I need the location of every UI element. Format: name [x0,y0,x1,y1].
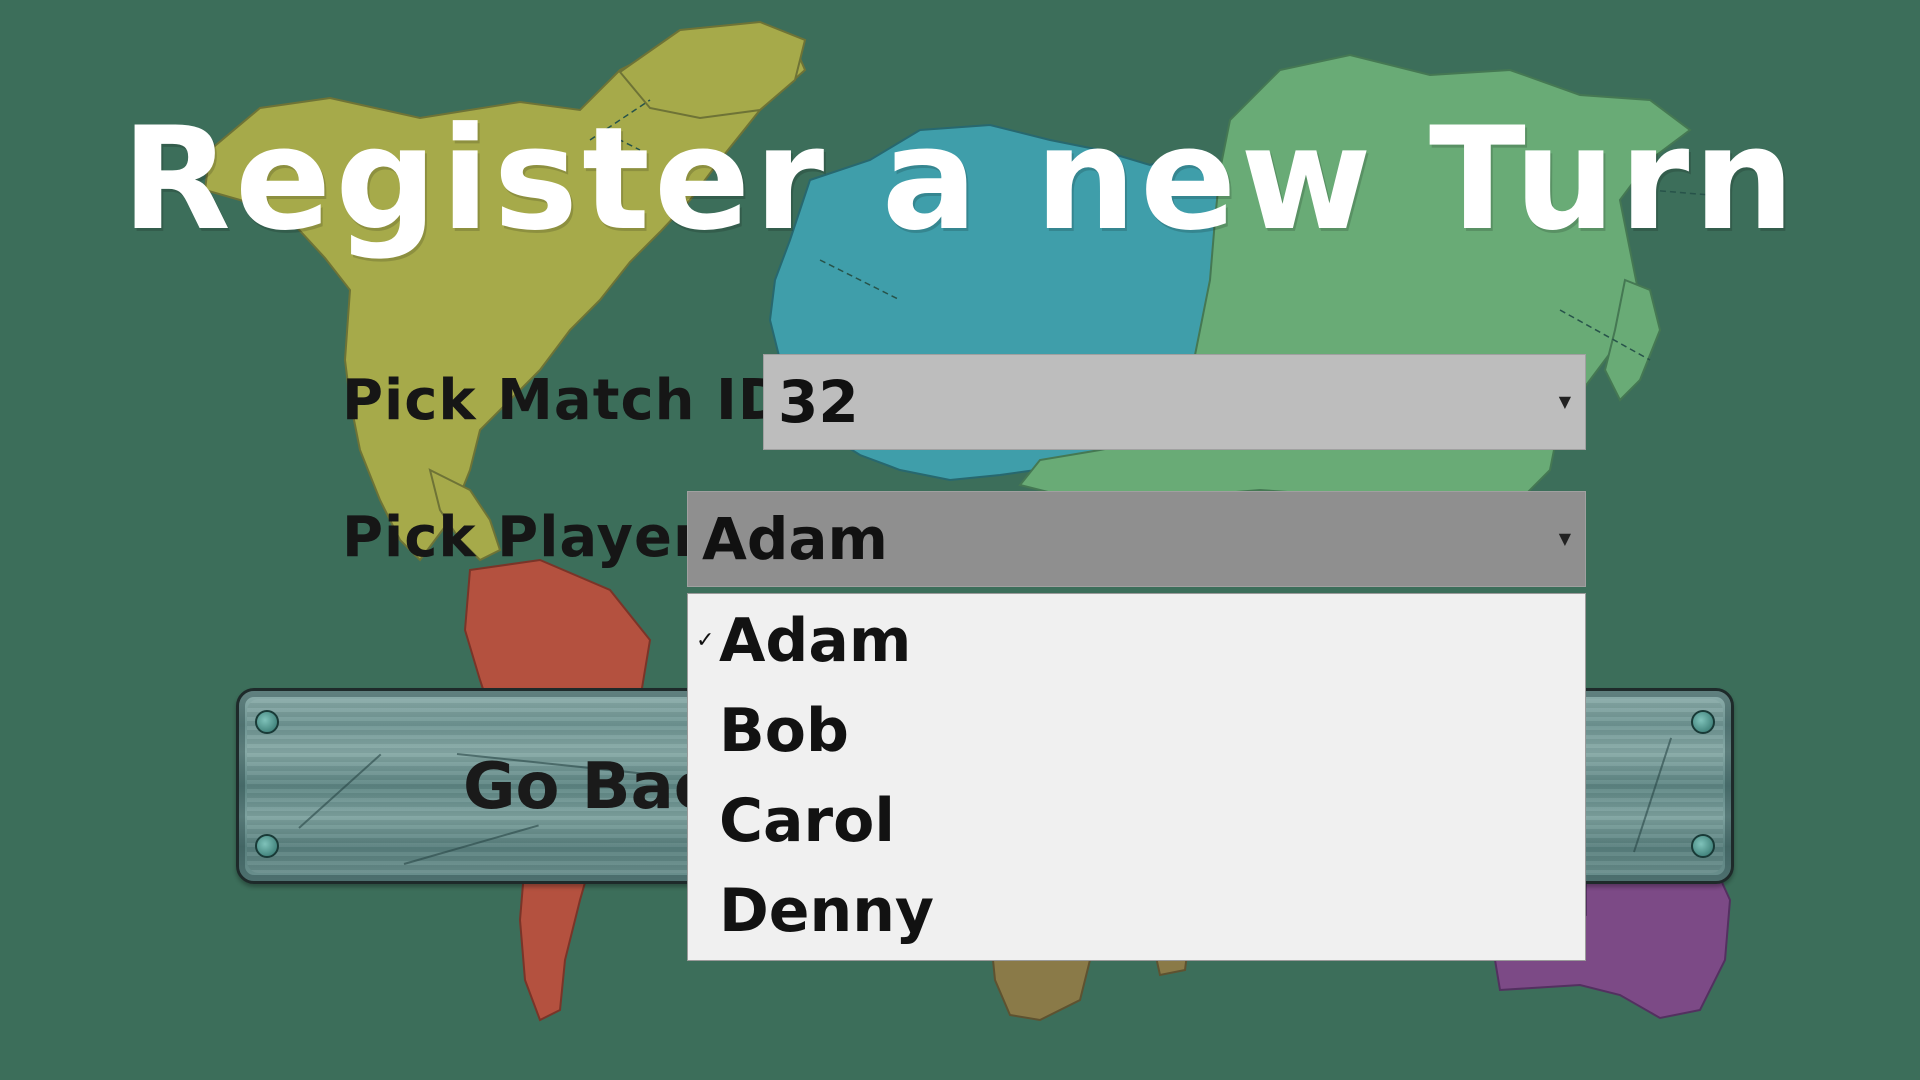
player-value: Adam [702,505,888,573]
triangle-down-icon: ▼ [1558,529,1571,548]
option-label: Adam [719,606,912,676]
page-title: Register a new Turn [121,97,1799,262]
screw-icon [255,834,279,858]
option-label: Bob [719,696,849,766]
screw-icon [255,710,279,734]
player-label: Pick Player [342,505,702,570]
player-option-carol[interactable]: Carol [688,776,1585,866]
option-label: Carol [719,786,895,856]
app-stage: Register a new Turn Pick Match ID 32 ▼ P… [0,0,1920,1080]
player-option-bob[interactable]: Bob [688,686,1585,776]
triangle-down-icon: ▼ [1558,392,1571,411]
screw-icon [1691,834,1715,858]
match-id-select[interactable]: 32 ▼ [763,354,1586,450]
option-label: Denny [719,876,935,946]
player-dropdown-list: ✓ Adam Bob Carol Denny [687,593,1586,961]
match-id-label: Pick Match ID [342,368,786,433]
screw-icon [1691,710,1715,734]
checkmark-icon: ✓ [696,628,715,653]
player-select[interactable]: Adam ▼ [687,491,1586,587]
player-option-adam[interactable]: ✓ Adam [688,596,1585,686]
player-option-denny[interactable]: Denny [688,866,1585,956]
match-id-value: 32 [778,368,859,436]
